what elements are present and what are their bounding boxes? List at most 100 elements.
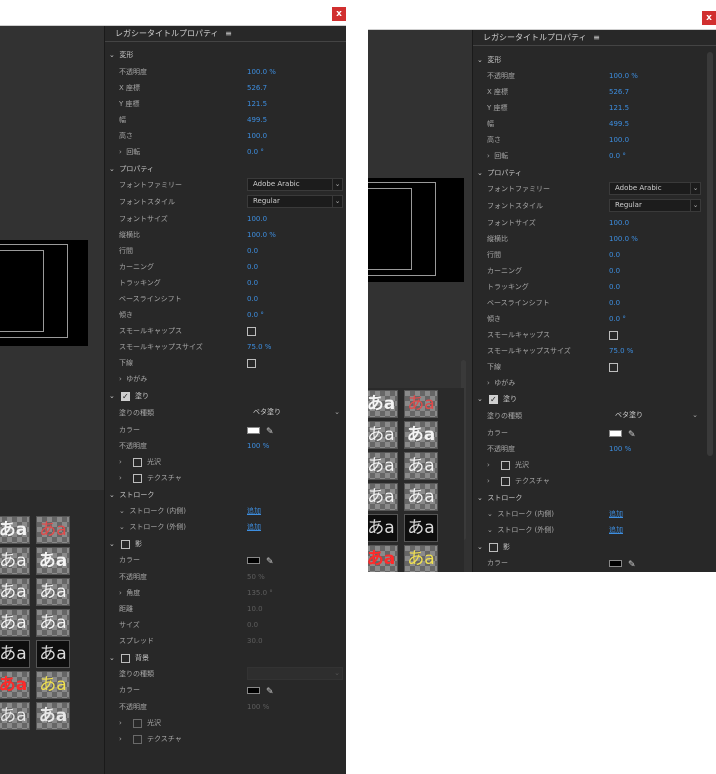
font-family-dropdown[interactable]: Adobe Arabic ⌄ (247, 178, 343, 191)
style-swatch[interactable]: あa (0, 671, 30, 699)
prop-bg-texture[interactable]: › テクスチャ (105, 731, 346, 747)
texture-checkbox[interactable] (133, 474, 142, 483)
style-swatch[interactable]: あa (368, 514, 398, 542)
fill-checkbox[interactable] (489, 392, 498, 408)
close-button[interactable]: x (702, 11, 716, 25)
eyedropper-icon[interactable]: ✎ (266, 554, 274, 570)
prop-texture[interactable]: › テクスチャ (473, 473, 716, 489)
fill-type-dropdown[interactable]: ベタ塗り ⌄ (609, 409, 701, 422)
style-swatch[interactable]: あa (404, 421, 438, 449)
add-outer-stroke-link[interactable]: 追加 (247, 519, 261, 535)
style-swatch[interactable]: あa (36, 640, 70, 668)
style-swatch[interactable]: あa (0, 578, 30, 606)
prop-rotation[interactable]: › 回転 0.0 ° (105, 144, 346, 160)
font-family-dropdown[interactable]: Adobe Arabic ⌄ (609, 182, 701, 195)
style-swatch[interactable]: あa (36, 578, 70, 606)
style-swatch[interactable]: あa (0, 640, 30, 668)
bg-texture-checkbox[interactable] (133, 735, 142, 744)
eyedropper-icon[interactable]: ✎ (266, 684, 274, 700)
style-swatch[interactable]: あa (0, 609, 30, 637)
style-swatch[interactable]: あa (368, 545, 398, 572)
small-caps-checkbox[interactable] (247, 327, 256, 336)
underline-checkbox[interactable] (609, 363, 618, 372)
prop-outer-stroke[interactable]: ⌄ ストローク (外側) 追加 (105, 519, 346, 535)
close-button[interactable]: x (332, 7, 346, 21)
section-transform[interactable]: ⌄ 変形 (473, 52, 716, 68)
texture-checkbox[interactable] (501, 477, 510, 486)
section-fill[interactable]: ⌄ 塗り (105, 388, 346, 405)
bg-fill-type-dropdown[interactable]: ⌄ (247, 667, 343, 680)
style-swatch[interactable]: あa (368, 421, 398, 449)
fill-checkbox[interactable] (121, 389, 130, 405)
style-swatch[interactable]: あa (368, 390, 398, 418)
prop-distort[interactable]: › ゆがみ (105, 371, 346, 387)
style-swatch[interactable]: あa (404, 545, 438, 572)
style-swatch[interactable]: あa (36, 671, 70, 699)
fill-color-swatch[interactable] (609, 430, 622, 437)
bg-sheen-checkbox[interactable] (133, 719, 142, 728)
section-properties[interactable]: ⌄ プロパティ (473, 165, 716, 181)
add-inner-stroke-link[interactable]: 追加 (247, 503, 261, 519)
prop-bg-sheen[interactable]: › 光沢 (105, 715, 346, 731)
style-swatch[interactable]: あa (368, 483, 398, 511)
rotation-value[interactable]: 0.0 ° (247, 144, 264, 160)
opacity-value[interactable]: 100.0 % (247, 64, 276, 80)
prop-inner-stroke[interactable]: ⌄ ストローク (内側) 追加 (105, 503, 346, 519)
shadow-color-swatch[interactable] (247, 557, 260, 564)
prop-outer-stroke[interactable]: ⌄ ストローク (外側) 追加 (473, 522, 716, 538)
style-swatch[interactable]: あa (404, 483, 438, 511)
fill-color-swatch[interactable] (247, 427, 260, 434)
style-swatch[interactable]: あa (404, 452, 438, 480)
height-value[interactable]: 100.0 (247, 128, 267, 144)
sheen-checkbox[interactable] (133, 458, 142, 467)
section-fill[interactable]: ⌄ 塗り (473, 391, 716, 408)
section-stroke[interactable]: ⌄ ストローク (473, 490, 716, 506)
prop-sheen[interactable]: › 光沢 (105, 454, 346, 470)
section-stroke[interactable]: ⌄ ストローク (105, 487, 346, 503)
panel-menu-icon[interactable]: ≡ (593, 33, 600, 42)
shadow-checkbox[interactable] (121, 540, 130, 549)
style-swatch[interactable]: あa (0, 702, 30, 730)
section-background[interactable]: ⌄ 背景 (105, 650, 346, 666)
section-shadow[interactable]: ⌄ 影 (105, 536, 346, 552)
prop-shadow-angle[interactable]: › 角度 135.0 ° (105, 585, 346, 601)
background-checkbox[interactable] (121, 654, 130, 663)
eyedropper-icon[interactable]: ✎ (628, 557, 636, 572)
section-properties[interactable]: ⌄ プロパティ (105, 161, 346, 177)
style-swatch[interactable]: あa (404, 390, 438, 418)
panel-menu-icon[interactable]: ≡ (225, 29, 232, 38)
font-style-dropdown[interactable]: Regular ⌄ (609, 199, 701, 212)
sheen-checkbox[interactable] (501, 461, 510, 470)
x-value[interactable]: 526.7 (247, 80, 267, 96)
y-value[interactable]: 121.5 (247, 96, 267, 112)
width-value[interactable]: 499.5 (247, 112, 267, 128)
prop-inner-stroke[interactable]: ⌄ ストローク (内側) 追加 (473, 506, 716, 522)
font-style-dropdown[interactable]: Regular ⌄ (247, 195, 343, 208)
shadow-checkbox[interactable] (489, 543, 498, 552)
title-preview[interactable] (368, 178, 464, 282)
style-swatch[interactable]: あa (368, 452, 398, 480)
style-swatch[interactable]: あa (36, 702, 70, 730)
fill-type-dropdown[interactable]: ベタ塗り ⌄ (247, 406, 343, 419)
shadow-color-swatch[interactable] (609, 560, 622, 567)
panel-title: レガシータイトルプロパティ ≡ (473, 30, 716, 46)
style-swatch[interactable]: あa (36, 609, 70, 637)
style-swatch[interactable]: あa (404, 514, 438, 542)
add-inner-stroke-link[interactable]: 追加 (609, 506, 623, 522)
style-swatch[interactable]: あa (0, 516, 30, 544)
prop-sheen[interactable]: › 光沢 (473, 457, 716, 473)
section-transform[interactable]: ⌄ 変形 (105, 47, 346, 63)
style-swatch[interactable]: あa (36, 516, 70, 544)
prop-rotation[interactable]: › 回転 0.0 ° (473, 148, 716, 164)
prop-distort[interactable]: › ゆがみ (473, 375, 716, 391)
add-outer-stroke-link[interactable]: 追加 (609, 522, 623, 538)
section-shadow[interactable]: ⌄ 影 (473, 539, 716, 555)
style-swatch[interactable]: あa (0, 547, 30, 575)
title-preview[interactable] (0, 240, 88, 346)
bg-color-swatch[interactable] (247, 687, 260, 694)
style-swatch[interactable]: あa (36, 547, 70, 575)
small-caps-checkbox[interactable] (609, 331, 618, 340)
prop-texture[interactable]: › テクスチャ (105, 470, 346, 486)
underline-checkbox[interactable] (247, 359, 256, 368)
prop-baseline: ベースラインシフト 0.0 (119, 295, 259, 303)
